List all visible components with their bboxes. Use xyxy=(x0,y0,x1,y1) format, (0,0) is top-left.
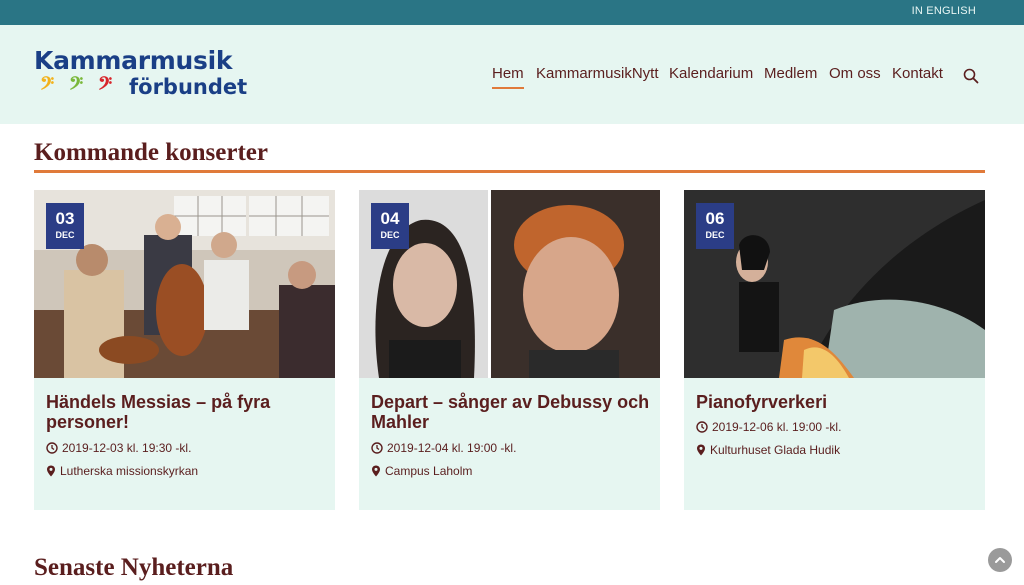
nav-item-om-oss[interactable]: Om oss xyxy=(829,65,881,82)
concert-venue-text: Lutherska missionskyrkan xyxy=(60,464,199,478)
date-day: 03 xyxy=(55,209,75,228)
news-heading: Senaste Nyheterna xyxy=(34,554,234,581)
concert-datetime: 2019-12-03 kl. 19:30 -kl. xyxy=(46,441,191,455)
date-month: DEC xyxy=(705,230,725,240)
back-to-top-button[interactable] xyxy=(988,548,1012,572)
concert-title[interactable]: Pianofyrverkeri xyxy=(696,392,976,412)
concert-datetime-text: 2019-12-03 kl. 19:30 -kl. xyxy=(62,441,192,455)
concert-datetime: 2019-12-06 kl. 19:00 -kl. xyxy=(696,420,841,434)
concert-card[interactable]: 04 DEC Depart – sånger av Debussy och Ma… xyxy=(359,190,660,510)
main-nav: Hem KammarmusikNytt Kalendarium Medlem O… xyxy=(0,65,1024,95)
nav-item-kalendarium[interactable]: Kalendarium xyxy=(669,65,753,82)
concert-venue-text: Kulturhuset Glada Hudik xyxy=(710,443,841,457)
date-day: 06 xyxy=(705,209,725,228)
nav-item-hem[interactable]: Hem xyxy=(492,65,524,89)
in-english-link[interactable]: IN ENGLISH xyxy=(912,5,976,17)
search-icon xyxy=(963,68,979,84)
concert-title[interactable]: Händels Messias – på fyra personer! xyxy=(46,392,326,432)
concert-image[interactable]: 03 DEC xyxy=(34,190,335,378)
concert-venue: Kulturhuset Glada Hudik xyxy=(696,443,840,457)
concert-venue: Lutherska missionskyrkan xyxy=(46,464,198,478)
date-day: 04 xyxy=(380,209,400,228)
concert-venue: Campus Laholm xyxy=(371,464,472,478)
map-pin-icon xyxy=(47,465,55,477)
nav-item-kammarmusiknytt[interactable]: KammarmusikNytt xyxy=(536,65,659,82)
map-pin-icon xyxy=(372,465,380,477)
chevron-up-icon xyxy=(995,557,1005,563)
heading-divider xyxy=(34,170,985,173)
concert-image[interactable]: 06 DEC xyxy=(684,190,985,378)
date-month: DEC xyxy=(380,230,400,240)
concerts-heading: Kommande konserter xyxy=(34,139,268,166)
date-badge: 04 DEC xyxy=(371,203,409,249)
nav-item-medlem[interactable]: Medlem xyxy=(764,65,817,82)
date-month: DEC xyxy=(55,230,75,240)
map-pin-icon xyxy=(697,444,705,456)
top-bar: IN ENGLISH xyxy=(0,0,1024,25)
concert-title[interactable]: Depart – sånger av Debussy och Mahler xyxy=(371,392,651,432)
clock-icon xyxy=(46,442,58,454)
clock-icon xyxy=(696,421,708,433)
concert-card[interactable]: 06 DEC Pianofyrverkeri 2019-12-06 kl. 19… xyxy=(684,190,985,510)
concert-venue-text: Campus Laholm xyxy=(385,464,473,478)
concert-card[interactable]: 03 DEC Händels Messias – på fyra persone… xyxy=(34,190,335,510)
search-button[interactable] xyxy=(963,68,979,84)
concert-image[interactable]: 04 DEC xyxy=(359,190,660,378)
date-badge: 03 DEC xyxy=(46,203,84,249)
concert-datetime-text: 2019-12-06 kl. 19:00 -kl. xyxy=(712,420,842,434)
nav-item-kontakt[interactable]: Kontakt xyxy=(892,65,943,82)
concert-datetime-text: 2019-12-04 kl. 19:00 -kl. xyxy=(387,441,517,455)
clock-icon xyxy=(371,442,383,454)
date-badge: 06 DEC xyxy=(696,203,734,249)
concert-datetime: 2019-12-04 kl. 19:00 -kl. xyxy=(371,441,516,455)
